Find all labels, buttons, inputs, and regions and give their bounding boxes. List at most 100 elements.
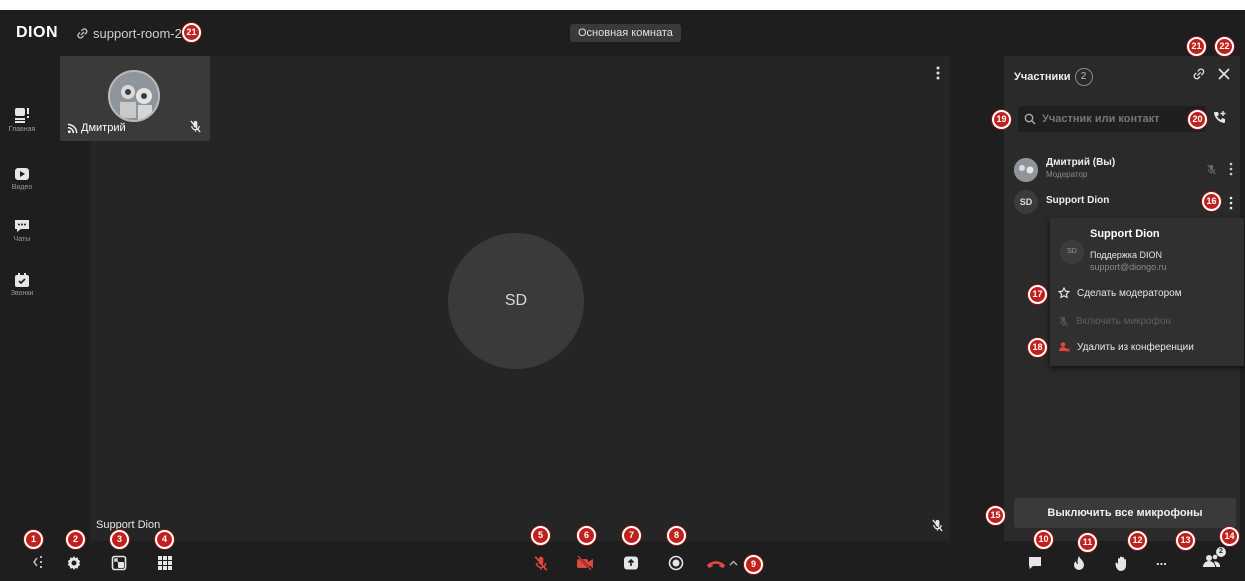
mic-off-icon: [1207, 164, 1216, 175]
collapse-sidebar-icon[interactable]: [32, 555, 44, 569]
speaker-mic-off-icon: [932, 519, 943, 532]
callout-marker: 8: [667, 526, 686, 545]
room-link-text: support-room-2: [93, 26, 182, 41]
chat-icon: [15, 220, 29, 232]
menu-item-enable-mic: Включить микрофон: [1058, 312, 1171, 330]
search-input[interactable]: [1042, 113, 1192, 125]
callout-marker: 6: [577, 526, 596, 545]
callout-marker: 21: [182, 23, 201, 42]
callout-marker: 9: [744, 555, 763, 574]
participant-menu-icon[interactable]: [1228, 162, 1234, 176]
participant-avatar: SD: [1014, 190, 1038, 214]
camera-off-icon[interactable]: [576, 555, 594, 571]
speaker-name: Support Dion: [96, 519, 161, 531]
picture-in-picture-icon[interactable]: [111, 555, 127, 571]
menu-item-remove[interactable]: Удалить из конференции: [1058, 338, 1194, 356]
hang-up-icon[interactable]: [705, 558, 727, 570]
participant-role: Модератор: [1046, 170, 1088, 179]
self-video-tile[interactable]: Дмитрий: [60, 56, 210, 141]
callout-marker: 14: [1220, 527, 1239, 546]
callout-marker: 12: [1128, 531, 1147, 550]
participants-toggle[interactable]: 2: [1202, 547, 1226, 574]
room-title-badge: Основная комната: [570, 24, 681, 42]
close-icon[interactable]: [1217, 67, 1231, 81]
chevron-up-icon[interactable]: [729, 560, 738, 566]
menu-item-label: Сделать модератором: [1077, 287, 1182, 299]
callout-marker: 1: [24, 530, 43, 549]
nav-item-video[interactable]: Видео: [0, 166, 44, 191]
search-icon: [1024, 113, 1036, 125]
participant-avatar-image: [1014, 158, 1038, 182]
screen-share-icon[interactable]: [623, 555, 639, 571]
panel-title: Участники 2: [1014, 68, 1093, 86]
reaction-icon[interactable]: [1072, 555, 1086, 571]
menu-contact-name: Support Dion: [1090, 228, 1160, 240]
more-button[interactable]: ...: [1156, 553, 1167, 568]
app-logo: DION: [16, 24, 58, 41]
nav-label-video: Видео: [11, 184, 33, 191]
callout-marker: 21: [1187, 37, 1206, 56]
participant-context-menu: SD Support Dion Поддержка DION support@d…: [1050, 218, 1244, 366]
gear-icon[interactable]: [66, 555, 82, 571]
participant-avatar: [1014, 158, 1038, 182]
nav-item-chats[interactable]: Чаты: [0, 218, 44, 243]
callout-marker: 15: [986, 506, 1005, 525]
broadcast-icon: [67, 123, 78, 133]
menu-item-make-moderator[interactable]: Сделать модератором: [1058, 284, 1182, 302]
speaker-avatar: SD: [448, 233, 584, 369]
bottom-toolbar: ... 2: [0, 545, 1245, 581]
callout-marker: 22: [1215, 37, 1234, 56]
callout-marker: 4: [155, 530, 174, 549]
self-avatar-image: [110, 72, 158, 120]
callout-marker: 7: [622, 526, 641, 545]
nav-label-chats: Чаты: [13, 236, 31, 243]
copy-link-icon[interactable]: [1192, 67, 1206, 81]
participant-row[interactable]: Дмитрий (Вы) Модератор: [1014, 156, 1244, 186]
grid-layout-icon[interactable]: [157, 555, 173, 571]
add-call-icon[interactable]: [1212, 110, 1228, 126]
callout-marker: 5: [531, 526, 550, 545]
home-icon: [15, 108, 29, 123]
callout-marker: 10: [1034, 530, 1053, 549]
participant-menu-icon[interactable]: [1228, 196, 1234, 210]
self-tile-name: Дмитрий: [67, 122, 126, 134]
participants-count-badge: 2: [1216, 547, 1226, 557]
callout-marker: 19: [992, 110, 1011, 129]
microphone-off-icon[interactable]: [533, 555, 549, 572]
self-tile-name-text: Дмитрий: [81, 122, 126, 134]
menu-contact-org: Поддержка DION: [1090, 250, 1162, 260]
menu-avatar: SD: [1060, 240, 1084, 264]
panel-title-text: Участники: [1014, 71, 1071, 83]
mute-all-button[interactable]: Выключить все микрофоны: [1014, 498, 1236, 528]
raise-hand-icon[interactable]: [1114, 555, 1130, 572]
callout-marker: 16: [1202, 192, 1221, 211]
mic-icon: [1059, 315, 1068, 327]
nav-label-calls: Звонки: [10, 290, 34, 297]
callout-marker: 18: [1028, 338, 1047, 357]
callout-marker: 20: [1188, 110, 1207, 129]
app-window: DION support-room-2 Основная комната Гла…: [0, 0, 1245, 581]
menu-contact-email: support@diongo.ru: [1090, 262, 1167, 272]
stage-menu-icon[interactable]: [935, 66, 941, 80]
remove-user-icon: [1059, 342, 1070, 352]
participant-name: Support Dion: [1046, 195, 1110, 206]
nav-item-calls[interactable]: Звонки: [0, 272, 44, 297]
calls-icon: [15, 273, 29, 287]
participant-name: Дмитрий (Вы): [1046, 157, 1116, 168]
room-link[interactable]: support-room-2: [76, 26, 182, 41]
menu-item-label: Включить микрофон: [1076, 315, 1171, 327]
mic-off-icon: [190, 120, 201, 133]
callout-marker: 13: [1176, 531, 1195, 550]
star-icon: [1058, 287, 1070, 299]
callout-marker: 11: [1078, 533, 1097, 552]
participant-count-badge: 2: [1074, 68, 1093, 86]
link-icon: [77, 28, 88, 39]
callout-marker: 2: [66, 530, 85, 549]
chat-bubble-icon[interactable]: [1027, 555, 1043, 571]
participant-search: [1018, 106, 1206, 132]
nav-label-home: Главная: [8, 126, 36, 133]
nav-item-home[interactable]: Главная: [0, 106, 44, 133]
callout-marker: 17: [1028, 285, 1047, 304]
record-icon[interactable]: [668, 555, 684, 571]
callout-marker: 3: [110, 530, 129, 549]
